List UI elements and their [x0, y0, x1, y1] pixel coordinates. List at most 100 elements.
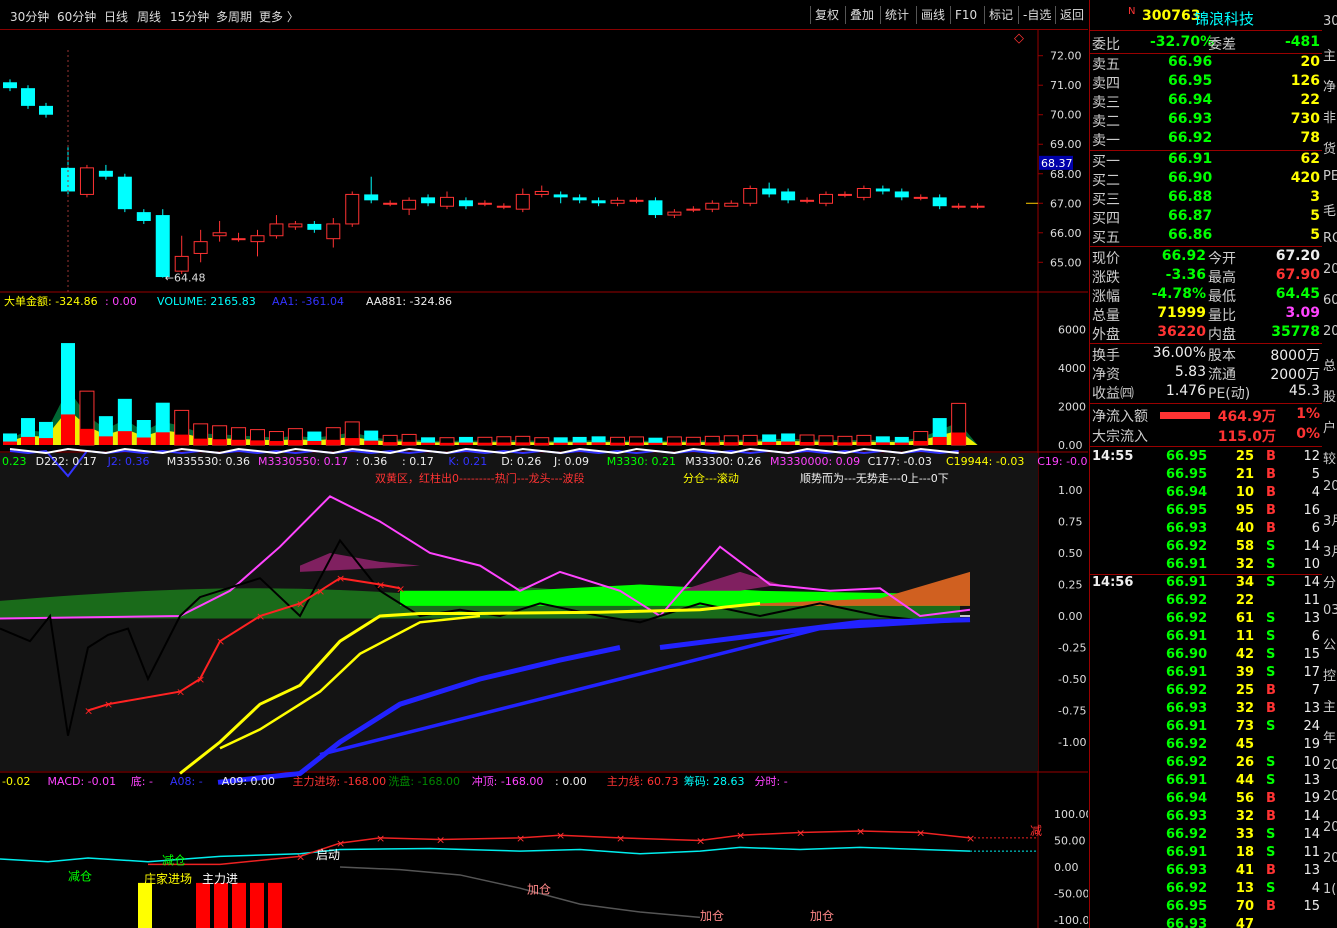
toolbar-button-0[interactable]: 复权: [810, 6, 843, 24]
candle-body-up: [79, 167, 94, 195]
tick-side: B: [1266, 899, 1276, 914]
volume-tick-label: 4000: [1058, 362, 1086, 375]
indicator-legend-item: C19: -0.04: [1037, 455, 1088, 468]
indicator-marker-red: ×: [336, 572, 345, 585]
separator: [1090, 446, 1323, 447]
toolbar-button-5[interactable]: 标记: [984, 6, 1017, 24]
toolbar-button-4[interactable]: F10: [950, 6, 981, 24]
indicator-marker-red: ×: [216, 635, 225, 648]
candle-body-up: [705, 202, 720, 210]
sell-volume: 78: [1300, 130, 1320, 146]
volume-bar-inner: [383, 442, 398, 445]
tick-volume: 18: [1235, 845, 1254, 860]
indicator-tick-label: 0.75: [1058, 516, 1083, 529]
edge-text: 20: [1323, 789, 1337, 804]
indicator-tick-label: -0.75: [1058, 705, 1086, 718]
quote-label-2: 量比: [1208, 308, 1236, 324]
tick-side: B: [1266, 863, 1276, 878]
buy-price: 66.86: [1168, 227, 1213, 243]
edge-text: 30: [1323, 14, 1337, 29]
volume-legend-item: : 0.00: [105, 295, 137, 308]
toolbar-button-2[interactable]: 统计: [880, 6, 913, 24]
tick-price: 66.92: [1166, 683, 1208, 698]
tick-volume: 10: [1235, 485, 1254, 500]
period-tab-4[interactable]: 15分钟: [170, 8, 209, 25]
edge-text: RO: [1323, 231, 1337, 246]
buy-label: 买二: [1092, 173, 1120, 189]
tick-row: 14:56 66.91 34 S 14: [1090, 575, 1323, 593]
macd-tick-label: 50.00: [1054, 835, 1086, 848]
volume-legend-item: 大单金额: -324.86: [4, 294, 98, 308]
tick-count: 13: [1303, 773, 1320, 788]
quote-value: -4.78%: [1151, 286, 1206, 302]
period-tab-1[interactable]: 60分钟: [57, 8, 96, 25]
tick-price: 66.95: [1166, 467, 1208, 482]
edge-text: 货: [1323, 142, 1337, 157]
edge-text: 20: [1323, 262, 1337, 277]
tick-volume: 11: [1235, 629, 1254, 644]
period-tab-2[interactable]: 日线: [104, 8, 128, 25]
toolbar-button-3[interactable]: 画线: [916, 6, 949, 24]
macd-legend-item: 底: -: [131, 774, 153, 788]
tick-count: 4: [1311, 881, 1320, 896]
indicator-marker-red: ×: [104, 698, 113, 711]
flow-value: 115.0万: [1217, 429, 1276, 445]
volume-bar-inner: [743, 442, 758, 445]
buy-volume: 3: [1310, 189, 1320, 205]
volume-bar-inner: [800, 442, 815, 445]
tick-price: 66.91: [1166, 557, 1208, 572]
volume-bar-inner: [724, 442, 739, 445]
flow-percent: 1%: [1296, 406, 1320, 422]
period-tab-0[interactable]: 30分钟: [10, 8, 49, 25]
volume-bar-inner: [3, 441, 17, 445]
macd-signal-label: 加仓: [527, 883, 551, 897]
volume-tick-label: 2000: [1058, 401, 1086, 414]
finance-value-2: 2000万: [1270, 367, 1320, 383]
candle-body-up: [970, 205, 985, 208]
weicha-label: 委差: [1208, 37, 1236, 53]
indicator-marker-red: ×: [256, 610, 265, 623]
edge-text: 总: [1323, 359, 1337, 374]
period-tab-5[interactable]: 多周期: [216, 8, 252, 25]
tick-row: 66.92 13 S 4: [1090, 881, 1323, 899]
buy-price: 66.88: [1168, 189, 1213, 205]
tick-row: 66.92 61 S 13: [1090, 611, 1323, 629]
indicator-marker-red: ×: [376, 579, 385, 592]
macd-legend-item: : 0.00: [555, 775, 587, 788]
edge-text: 60: [1323, 293, 1337, 308]
volume-bar-inner: [193, 438, 208, 445]
macd-marker-red: ×: [296, 850, 305, 863]
toolbar-button-6[interactable]: -自选: [1018, 6, 1055, 24]
macd-bar-red: [232, 882, 246, 928]
volume-bar-inner: [553, 442, 568, 445]
tick-side: S: [1266, 647, 1276, 662]
macd-tick-label: 0.00: [1054, 861, 1079, 874]
period-tab-3[interactable]: 周线: [137, 8, 161, 25]
candle-body-up: [496, 205, 511, 208]
buy-level-3: 买三 66.88 3: [1090, 189, 1323, 208]
tick-row: 66.92 26 S 10: [1090, 755, 1323, 773]
buy-price: 66.90: [1168, 170, 1213, 186]
tick-row: 66.91 44 S 13: [1090, 773, 1323, 791]
sell-price: 66.92: [1168, 130, 1213, 146]
volume-bar-inner: [288, 440, 303, 445]
sell-price: 66.96: [1168, 54, 1213, 70]
y-tick-label: 70.00: [1050, 109, 1082, 122]
sell-volume: 20: [1300, 54, 1320, 70]
edge-text: 3月: [1323, 514, 1337, 529]
tick-count: 14: [1303, 575, 1320, 590]
indicator-legend-item: : 0.17: [402, 455, 434, 468]
tick-count: 17: [1303, 665, 1320, 680]
sell-level-3: 卖三 66.94 22: [1090, 92, 1323, 111]
side-edge-panel: 30主净非货PE毛RO206020总股户较203月3月分03公控主年202020…: [1322, 0, 1337, 928]
candle-body-up: [288, 223, 303, 228]
toolbar-button-1[interactable]: 叠加: [845, 6, 878, 24]
y-tick-label: 71.00: [1050, 79, 1082, 92]
toolbar-button-7[interactable]: 返回: [1055, 6, 1088, 24]
period-tab-6[interactable]: 更多 〉: [259, 8, 299, 25]
tick-side: B: [1266, 791, 1276, 806]
volume-bar-inner: [477, 442, 492, 445]
indicator-tick-label: 0.25: [1058, 579, 1083, 592]
indicator-marker-red: ×: [84, 705, 93, 718]
macd-bar-red: [268, 882, 282, 928]
